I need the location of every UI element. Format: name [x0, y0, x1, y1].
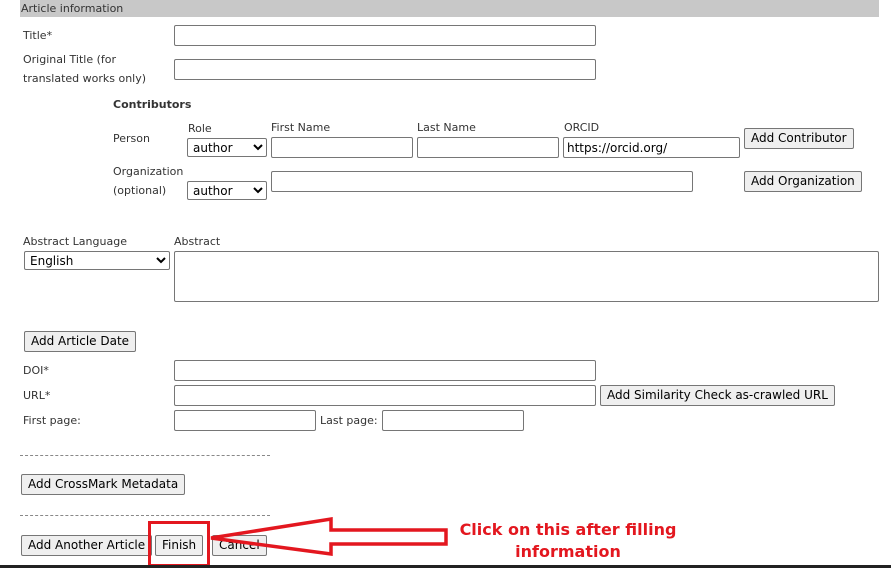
doi-label: DOI* [23, 364, 49, 377]
add-contributor-button[interactable]: Add Contributor [744, 128, 854, 149]
organization-label-line2: (optional) [113, 184, 167, 197]
first-page-label: First page: [23, 414, 81, 427]
first-page-input[interactable] [174, 410, 316, 431]
add-organization-button[interactable]: Add Organization [744, 171, 862, 192]
section-header: Article information [20, 0, 879, 17]
add-crossmark-button[interactable]: Add CrossMark Metadata [21, 474, 186, 495]
add-article-date-button[interactable]: Add Article Date [24, 331, 137, 352]
add-similarity-check-button[interactable]: Add Similarity Check as-crawled URL [600, 385, 835, 406]
original-title-input[interactable] [174, 59, 596, 80]
annotation-line1: Click on this after filling [459, 520, 677, 539]
organization-input[interactable] [271, 171, 693, 192]
abstract-label: Abstract [174, 235, 221, 248]
abstract-language-label: Abstract Language [23, 235, 127, 248]
orcid-label: ORCID [564, 121, 600, 134]
orcid-input[interactable] [563, 137, 740, 158]
last-page-input[interactable] [382, 410, 524, 431]
first-name-input[interactable] [271, 137, 413, 158]
person-label: Person [113, 132, 150, 145]
highlight-box [148, 521, 210, 567]
original-title-label-line2: translated works only) [23, 72, 147, 85]
last-name-input[interactable] [417, 137, 559, 158]
abstract-textarea[interactable] [174, 251, 879, 302]
first-name-label: First Name [271, 121, 331, 134]
last-name-label: Last Name [417, 121, 476, 134]
doi-input[interactable] [174, 360, 596, 381]
role-label: Role [188, 122, 212, 135]
title-input[interactable] [174, 25, 596, 46]
add-another-article-button[interactable]: Add Another Article [21, 535, 153, 556]
url-label: URL* [23, 389, 51, 402]
last-page-label: Last page: [320, 414, 378, 427]
person-role-select[interactable]: author [187, 138, 267, 157]
original-title-label-line1: Original Title (for [23, 53, 117, 66]
divider [20, 455, 270, 456]
contributors-heading: Contributors [113, 98, 192, 111]
url-input[interactable] [174, 385, 596, 406]
title-label: Title* [23, 29, 53, 42]
abstract-language-select[interactable]: English [24, 251, 170, 270]
annotation-line2: information [515, 542, 621, 561]
bottom-border [0, 565, 891, 568]
arrow-left-icon [210, 516, 448, 556]
organization-role-select[interactable]: author [187, 181, 267, 200]
organization-label-line1: Organization [113, 165, 184, 178]
